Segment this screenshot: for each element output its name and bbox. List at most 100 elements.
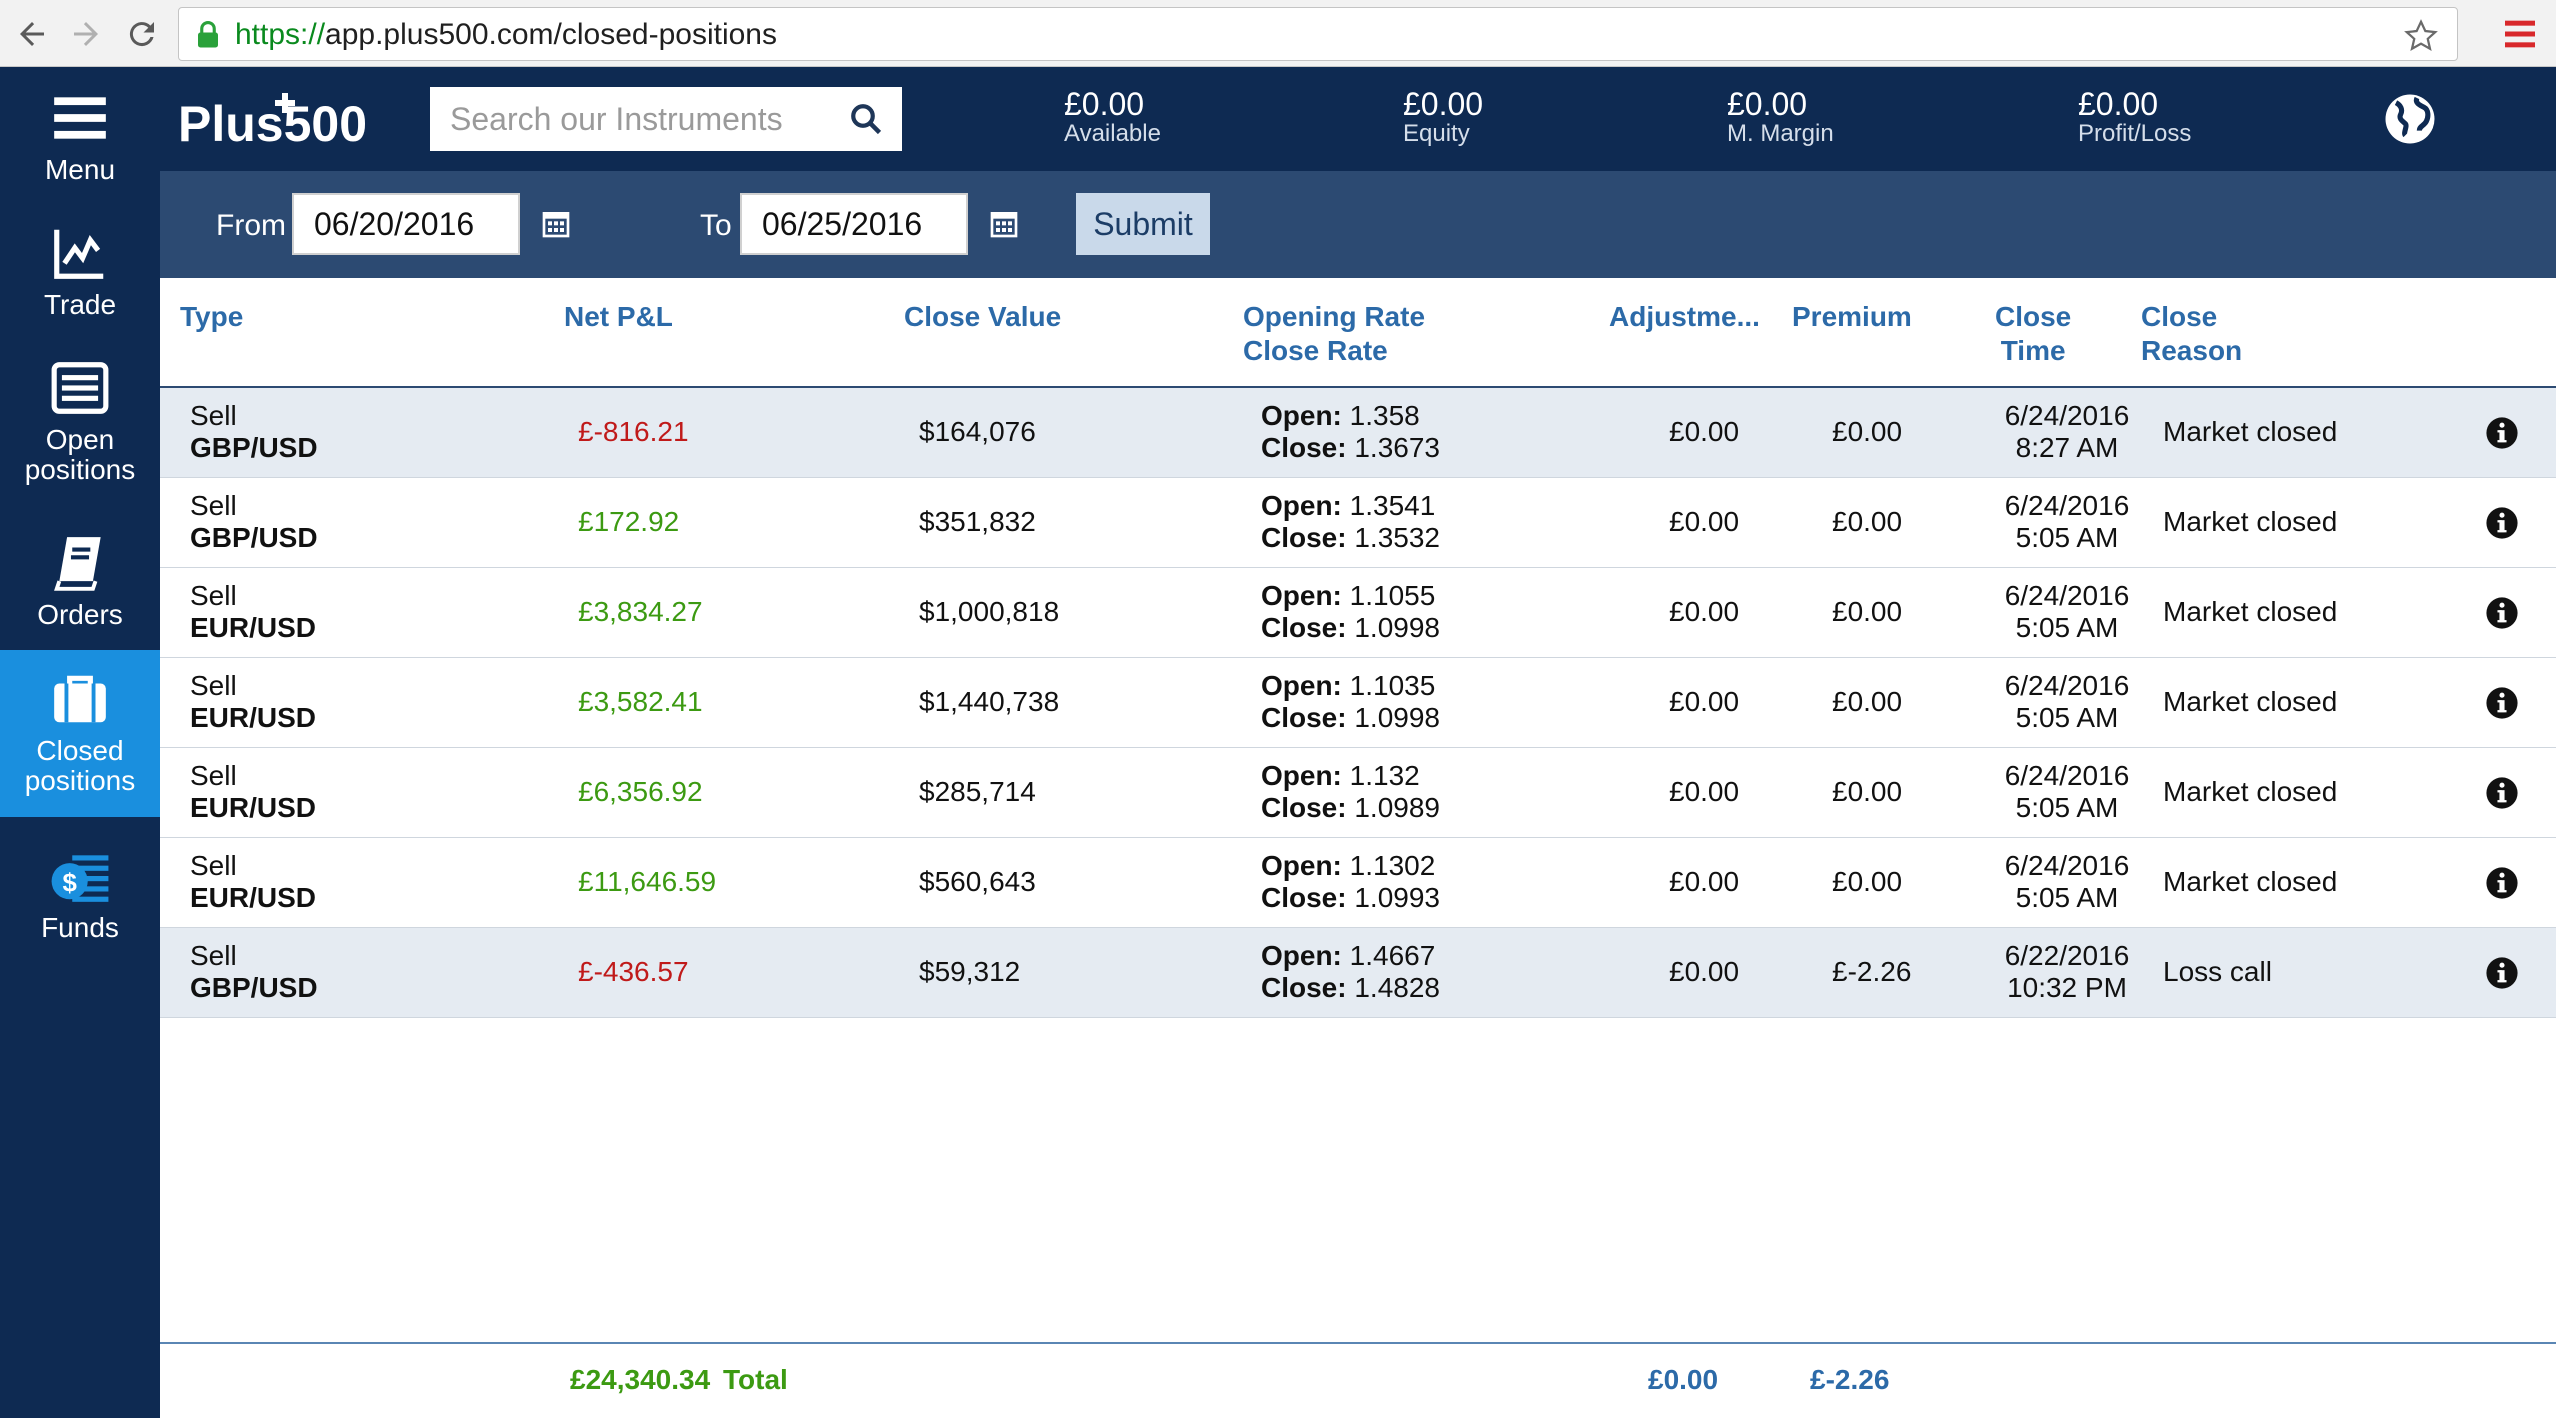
side-label: Sell [190, 940, 237, 971]
sidebar-item-label: Funds [41, 912, 119, 943]
net-pl-total: £24,340.34 [570, 1364, 711, 1395]
instrument-pair: GBP/USD [190, 972, 318, 1003]
open-rate-value: 1.358 [1349, 400, 1420, 431]
table-row[interactable]: Sell GBP/USD £-816.21 $164,076 Open: 1.358 Cl… [160, 388, 2556, 478]
net-pl-value: £11,646.59 [578, 866, 717, 897]
column-header-adjustment[interactable]: Adjustme... [1609, 300, 1760, 334]
close-date: 6/24/2016 [2004, 580, 2130, 611]
premium-value: £0.00 [1832, 776, 1903, 807]
calendar-icon[interactable] [988, 207, 1020, 241]
logo-text: Plus500 [178, 96, 367, 151]
open-rate-value: 1.1302 [1349, 850, 1436, 881]
open-rate-value: 1.3541 [1349, 490, 1436, 521]
submit-button[interactable]: Submit [1076, 193, 1210, 255]
info-icon[interactable] [2485, 416, 2519, 450]
net-pl-value: £3,834.27 [578, 596, 703, 627]
header-line: Close [2141, 301, 2218, 332]
column-header-premium[interactable]: Premium [1792, 300, 1912, 334]
address-bar[interactable]: https://app.plus500.com/closed-positions [178, 7, 2458, 61]
close-reason: Market closed [2163, 686, 2338, 717]
table-row[interactable]: Sell EUR/USD £6,356.92 $285,714 Open: 1.132 C… [160, 748, 2556, 838]
close-rate: Close: 1.0998 [1261, 702, 1440, 734]
instrument-pair: EUR/USD [190, 882, 317, 913]
close-value: $1,000,818 [919, 596, 1060, 627]
close-rate: Close: 1.3532 [1261, 522, 1440, 554]
globe-icon[interactable] [2382, 91, 2438, 147]
table-row[interactable]: Sell GBP/USD £172.92 $351,832 Open: 1.3541 Cl… [160, 478, 2556, 568]
total-label: Total [723, 1364, 788, 1395]
sidebar-item-funds[interactable]: $ Funds [0, 845, 160, 975]
close-rate: Close: 1.4828 [1261, 972, 1440, 1004]
net-pl-value: £-436.57 [578, 956, 689, 987]
bookmark-star-icon[interactable] [2403, 18, 2439, 54]
reload-button[interactable] [120, 12, 164, 56]
column-header-net-pl[interactable]: Net P&L [564, 300, 673, 334]
premium-value: £-2.26 [1832, 956, 1912, 987]
info-icon[interactable] [2485, 506, 2519, 540]
close-value: $560,643 [919, 866, 1036, 897]
back-button[interactable] [10, 12, 54, 56]
table-row[interactable]: Sell GBP/USD £-436.57 $59,312 Open: 1.4667 Cl… [160, 928, 2556, 1018]
info-icon[interactable] [2485, 776, 2519, 810]
sidebar: Menu Trade Open positions Orders Closed … [0, 67, 160, 1418]
sidebar-item-open-positions[interactable]: Open positions [0, 357, 160, 507]
adjustment-value: £0.00 [1669, 776, 1740, 807]
open-prefix: Open: [1261, 940, 1342, 971]
header-line: Time [2000, 335, 2066, 366]
side-label: Sell [190, 580, 237, 611]
column-header-close-reason[interactable]: Close Reason [2141, 300, 2242, 368]
close-date: 6/24/2016 [2004, 490, 2130, 521]
open-prefix: Open: [1261, 490, 1342, 521]
close-prefix: Close: [1261, 522, 1347, 553]
sidebar-item-label: Closed positions [24, 735, 136, 796]
browser-menu-icon[interactable] [2500, 14, 2540, 54]
info-icon[interactable] [2485, 686, 2519, 720]
premium-total: £-2.26 [1810, 1364, 1890, 1395]
to-date-input[interactable]: 06/25/2016 [740, 193, 968, 255]
stat-value: £0.00 [2078, 86, 2159, 122]
table-row[interactable]: Sell EUR/USD £3,582.41 $1,440,738 Open: 1.10… [160, 658, 2556, 748]
url-scheme: https:// [235, 18, 326, 51]
calendar-icon[interactable] [540, 207, 572, 241]
close-time: 5:05 AM [2015, 522, 2119, 553]
open-prefix: Open: [1261, 850, 1342, 881]
table-row[interactable]: Sell EUR/USD £3,834.27 $1,000,818 Open: 1.10… [160, 568, 2556, 658]
close-rate: Close: 1.0993 [1261, 882, 1440, 914]
info-icon[interactable] [2485, 866, 2519, 900]
column-header-close-value[interactable]: Close Value [904, 300, 1061, 334]
table-row[interactable]: Sell EUR/USD £11,646.59 $560,643 Open: 1.130… [160, 838, 2556, 928]
close-rate: Close: 1.3673 [1261, 432, 1440, 464]
sidebar-item-closed-positions[interactable]: Closed positions [0, 650, 160, 817]
close-reason: Loss call [2163, 956, 2272, 987]
column-header-type[interactable]: Type [180, 300, 243, 334]
open-rate: Open: 1.1302 [1261, 850, 1435, 882]
close-prefix: Close: [1261, 792, 1347, 823]
sidebar-item-trade[interactable]: Trade [0, 222, 160, 352]
info-icon[interactable] [2485, 956, 2519, 990]
close-date: 6/24/2016 [2004, 400, 2130, 431]
close-reason: Market closed [2163, 506, 2338, 537]
adjustment-value: £0.00 [1669, 596, 1740, 627]
close-value: $1,440,738 [919, 686, 1060, 717]
search-input[interactable] [430, 87, 830, 151]
from-label: From [216, 209, 286, 242]
stat-label: Available [1064, 120, 1161, 147]
column-header-rates[interactable]: Opening Rate Close Rate [1243, 300, 1425, 368]
from-date-input[interactable]: 06/20/2016 [292, 193, 520, 255]
sidebar-item-menu[interactable]: Menu [0, 87, 160, 207]
close-reason: Market closed [2163, 866, 2338, 897]
column-header-close-time[interactable]: Close Time [1995, 300, 2071, 368]
premium-value: £0.00 [1832, 866, 1903, 897]
side-label: Sell [190, 850, 237, 881]
open-rate-value: 1.132 [1349, 760, 1420, 791]
info-icon[interactable] [2485, 596, 2519, 630]
browser-toolbar: https://app.plus500.com/closed-positions [0, 0, 2556, 67]
close-rate: Close: 1.0989 [1261, 792, 1440, 824]
forward-button[interactable] [64, 12, 108, 56]
close-rate-value: 1.3532 [1354, 522, 1440, 553]
close-prefix: Close: [1261, 702, 1347, 733]
sidebar-item-orders[interactable]: Orders [0, 532, 160, 662]
close-rate-value: 1.0998 [1354, 612, 1440, 643]
plus500-logo[interactable]: Plus500 [178, 89, 418, 151]
search-icon[interactable] [848, 101, 884, 137]
